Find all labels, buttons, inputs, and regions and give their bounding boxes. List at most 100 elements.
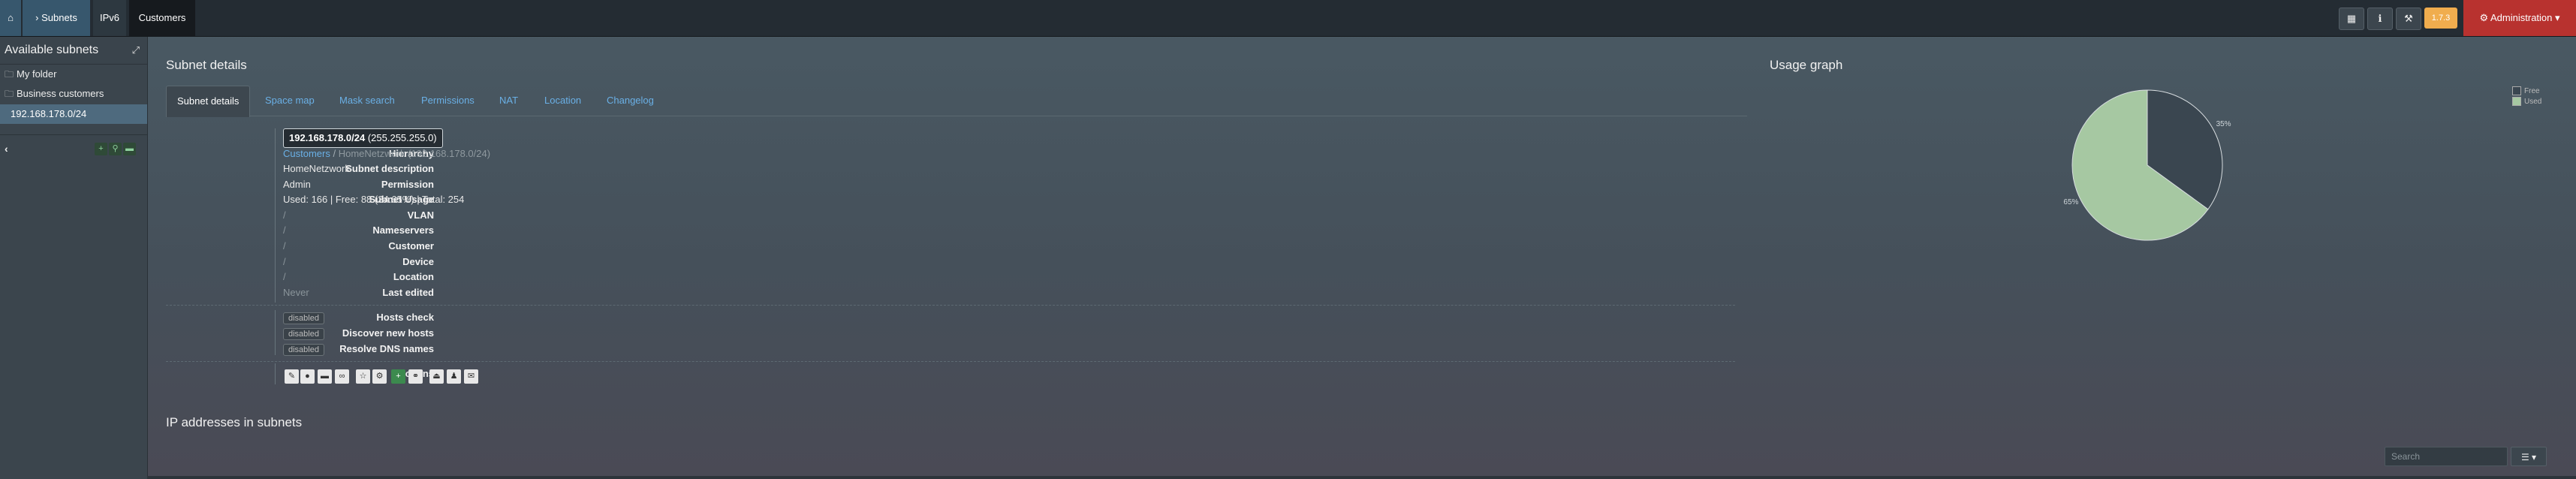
- legend-item-free: Free: [2512, 86, 2541, 97]
- legend-swatch: [2512, 86, 2521, 96]
- row-resolve: Resolve DNS names disabled: [166, 342, 1592, 357]
- nav-customers[interactable]: Customers: [129, 0, 195, 36]
- home-icon[interactable]: ⌂: [0, 0, 21, 36]
- last-edited-value: Never: [283, 287, 309, 298]
- table-header-strip: [147, 476, 2576, 479]
- upload-icon[interactable]: ⏏: [429, 369, 444, 384]
- folder-icon[interactable]: ▬: [123, 143, 136, 155]
- divider: [166, 305, 1735, 306]
- user-icon[interactable]: ♟: [447, 369, 461, 384]
- description-value: HomeNetzwork: [283, 163, 350, 174]
- nameservers-value: /: [283, 224, 286, 236]
- settings-icon[interactable]: ⚙: [372, 369, 387, 384]
- sidebar-item-subnet[interactable]: 192.168.178.0/24: [0, 104, 147, 124]
- network-icon[interactable]: ⚭: [408, 369, 423, 384]
- search-icon[interactable]: ⚲: [109, 143, 122, 155]
- usage-value: Used: 166 | Free: 88 (34.65%) | Total: 2…: [283, 194, 465, 205]
- row-discover: Discover new hosts disabled: [166, 326, 1592, 341]
- row-nameservers: Nameservers /: [166, 223, 1592, 238]
- row-vlan: VLAN /: [166, 208, 1592, 223]
- row-last-edited: Last edited Never: [166, 285, 1592, 300]
- permission-value: Admin: [283, 179, 311, 190]
- sidebar-item-my-folder[interactable]: 🗀 My folder: [0, 65, 147, 84]
- tab-nat[interactable]: NAT: [499, 86, 518, 116]
- row-permission: Permission Admin: [166, 177, 1592, 192]
- customer-value: /: [283, 240, 286, 252]
- hierarchy-separator: /: [333, 148, 336, 159]
- status-badge: disabled: [283, 312, 324, 324]
- sidebar: Available subnets ⤢ 🗀 My folder 🗀 Business…: [0, 37, 148, 479]
- chevron-left-icon[interactable]: ‹: [5, 143, 8, 155]
- row-hosts-check: Hosts check disabled: [166, 310, 1592, 325]
- sidebar-header: Available subnets ⤢: [0, 37, 147, 65]
- page-title: Subnet details: [166, 58, 247, 72]
- sidebar-toolbar: ‹ + ⚲ ▬: [0, 134, 147, 165]
- tab-subnet-details[interactable]: Subnet details: [166, 86, 251, 117]
- hierarchy-value: Customers / HomeNetzwork (192.168.178.0/…: [283, 146, 490, 161]
- tab-space-map[interactable]: Space map: [265, 86, 315, 116]
- info-icon[interactable]: ℹ: [2367, 8, 2393, 30]
- mail-icon[interactable]: ✉: [464, 369, 478, 384]
- sidebar-title: Available subnets: [5, 44, 99, 56]
- nav-subnets[interactable]: › Subnets: [23, 0, 90, 36]
- row-customer: Customer /: [166, 239, 1592, 254]
- divider: [166, 361, 1735, 362]
- top-navbar: ⌂ › Subnets IPv6 Customers ▦ ℹ ⚒ 1.7.3 ⚙…: [0, 0, 2576, 37]
- card-icon[interactable]: ▬: [318, 369, 332, 384]
- cidr-value: 192.168.178.0/24: [289, 132, 366, 143]
- tab-mask-search[interactable]: Mask search: [339, 86, 395, 116]
- row-hierarchy: Hierarchy Customers / HomeNetzwork (192.…: [166, 146, 1592, 161]
- search-input[interactable]: [2385, 447, 2508, 466]
- edit-icon[interactable]: ✎: [285, 369, 299, 384]
- details-tabs: Subnet details Space map Mask search Per…: [166, 86, 1747, 117]
- add-icon[interactable]: +: [391, 369, 405, 384]
- add-icon[interactable]: +: [95, 143, 107, 155]
- row-description: Subnet description HomeNetzwork: [166, 161, 1592, 176]
- link-icon[interactable]: ∞: [335, 369, 349, 384]
- administration-label: Administration ▾: [2490, 12, 2560, 23]
- field-label: Device: [402, 256, 434, 267]
- expand-icon[interactable]: ⤢: [132, 37, 140, 64]
- folder-icon: 🗀: [5, 89, 14, 99]
- minus-icon[interactable]: ●: [300, 369, 315, 384]
- location-value: /: [283, 271, 286, 282]
- hierarchy-current: HomeNetzwork (192.168.178.0/24): [338, 148, 491, 159]
- pie-slice-label: 35%: [2216, 120, 2231, 128]
- administration-button[interactable]: ⚙ Administration ▾: [2463, 0, 2576, 36]
- field-label: Customer: [388, 240, 434, 252]
- vlan-value: /: [283, 209, 286, 221]
- row-usage: Subnet Usage Used: 166 | Free: 88 (34.65…: [166, 192, 1592, 207]
- tab-location[interactable]: Location: [544, 86, 581, 116]
- field-label: VLAN: [407, 209, 434, 221]
- mask-value: (255.255.255.0): [367, 132, 437, 143]
- ip-addresses-title: IP addresses in subnets: [166, 415, 303, 429]
- sidebar-item-label: Business customers: [17, 88, 104, 99]
- tab-permissions[interactable]: Permissions: [421, 86, 475, 116]
- list-options-button[interactable]: ☰ ▾: [2511, 447, 2547, 466]
- sidebar-item-business-customers[interactable]: 🗀 Business customers: [0, 84, 147, 104]
- version-badge[interactable]: 1.7.3: [2424, 8, 2457, 29]
- legend-label: Used: [2524, 98, 2542, 106]
- field-label: Nameservers: [372, 224, 434, 236]
- star-icon[interactable]: ☆: [356, 369, 370, 384]
- legend-label: Free: [2524, 87, 2540, 95]
- legend-swatch: [2512, 97, 2521, 107]
- status-badge: disabled: [283, 328, 324, 340]
- row-device: Device /: [166, 255, 1592, 270]
- hierarchy-link-customers[interactable]: Customers: [283, 148, 330, 159]
- device-value: /: [283, 256, 286, 267]
- folder-icon: 🗀: [5, 69, 14, 80]
- usage-pie-chart: 35% 65%: [2057, 75, 2237, 255]
- subnet-cidr: 192.168.178.0/24 (255.255.255.0): [283, 128, 443, 148]
- nav-ipv6[interactable]: IPv6: [93, 0, 126, 36]
- chart-legend: Free Used: [2512, 86, 2541, 107]
- pie-slice-label: 65%: [2063, 198, 2078, 206]
- pie-svg: 35% 65%: [2063, 89, 2231, 241]
- tab-changelog[interactable]: Changelog: [607, 86, 654, 116]
- legend-item-used: Used: [2512, 97, 2541, 107]
- status-badge: disabled: [283, 344, 324, 356]
- gear-icon: ⚙: [2479, 12, 2491, 23]
- usage-graph-title: Usage graph: [1770, 58, 1843, 72]
- grid-icon[interactable]: ▦: [2339, 8, 2364, 30]
- wrench-icon[interactable]: ⚒: [2396, 8, 2421, 30]
